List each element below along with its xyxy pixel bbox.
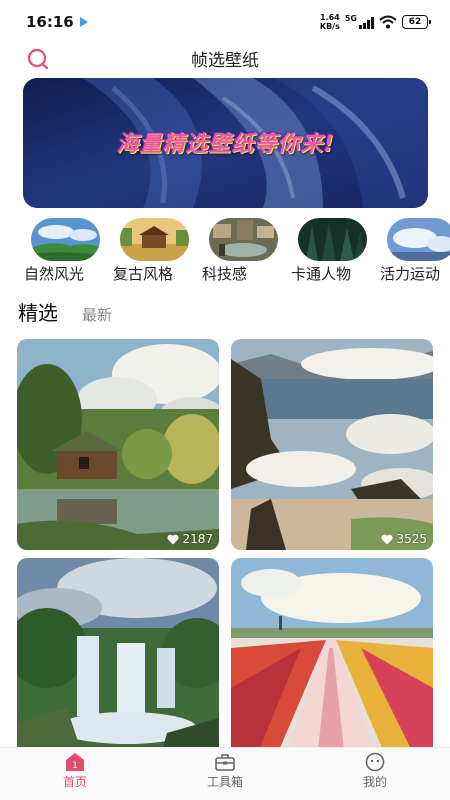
app-screen: 16:16 1.64 KB/s 5G 62 帧选壁纸 海量精选壁纸等你来! 自然…: [0, 0, 450, 800]
category-thumbnail: [31, 218, 100, 261]
profile-icon: [365, 752, 385, 772]
promo-banner[interactable]: 海量精选壁纸等你来!: [23, 78, 428, 208]
home-icon: 1: [66, 753, 84, 771]
category-retro[interactable]: 复古风格: [113, 218, 202, 288]
status-bar: 16:16 1.64 KB/s 5G 62: [0, 0, 450, 44]
heart-icon: [167, 534, 180, 544]
likes-counter: 3525: [381, 532, 427, 546]
wallpaper-card[interactable]: [17, 558, 219, 769]
network-speed-value: 1.64: [319, 13, 340, 22]
category-nature[interactable]: 自然风光: [24, 218, 113, 288]
category-label: 复古风格: [113, 265, 174, 283]
category-tech[interactable]: 科技感: [202, 218, 291, 288]
app-header: 帧选壁纸: [0, 44, 450, 72]
banner-slogan: 海量精选壁纸等你来!: [116, 132, 335, 157]
category-label: 自然风光: [24, 265, 85, 283]
bottom-nav: 1 首页 工具箱 我的: [0, 747, 450, 800]
nav-mine[interactable]: 我的: [300, 748, 450, 800]
status-time: 16:16: [26, 13, 74, 31]
play-store-icon: [79, 17, 88, 27]
toolbox-icon: [215, 754, 235, 771]
likes-count: 2187: [182, 532, 213, 546]
feed-tabs: 精选 最新: [18, 297, 112, 326]
nav-mine-label: 我的: [362, 775, 387, 789]
category-sports[interactable]: 活力运动: [380, 218, 450, 288]
nav-toolbox[interactable]: 工具箱: [150, 748, 300, 800]
network-type: 5G: [344, 13, 357, 23]
network-speed-unit: KB/s: [319, 22, 340, 31]
battery-icon: 62: [402, 15, 431, 29]
wifi-icon: [379, 15, 397, 29]
cellular-signal-icon: [359, 16, 374, 29]
network-speed: 1.64 KB/s: [320, 13, 340, 31]
category-label: 活力运动: [380, 265, 441, 283]
likes-count: 3525: [396, 532, 427, 546]
home-badge: 1: [72, 761, 78, 771]
wallpaper-card[interactable]: [231, 558, 433, 769]
nav-home[interactable]: 1 首页: [0, 748, 150, 800]
likes-counter: 2187: [167, 532, 213, 546]
category-label: 科技感: [202, 265, 248, 283]
heart-icon: [381, 534, 394, 544]
category-thumbnail: [120, 218, 189, 261]
category-thumbnail: [209, 218, 278, 261]
category-label: 卡通人物: [291, 265, 352, 283]
nav-toolbox-label: 工具箱: [206, 775, 243, 789]
wallpaper-card[interactable]: 3525: [231, 339, 433, 550]
search-icon[interactable]: [26, 47, 50, 71]
tab-latest[interactable]: 最新: [82, 304, 112, 325]
wallpaper-card[interactable]: 2187: [17, 339, 219, 550]
category-row: 自然风光 复古风格 科技感 卡通人物 活力运动: [0, 218, 450, 288]
category-thumbnail: [387, 218, 450, 261]
category-thumbnail: [298, 218, 367, 261]
nav-home-label: 首页: [62, 775, 87, 789]
page-title: 帧选壁纸: [191, 50, 259, 71]
category-cartoon[interactable]: 卡通人物: [291, 218, 380, 288]
status-indicators: 1.64 KB/s 5G 62: [320, 13, 431, 31]
tab-featured[interactable]: 精选: [18, 297, 58, 326]
